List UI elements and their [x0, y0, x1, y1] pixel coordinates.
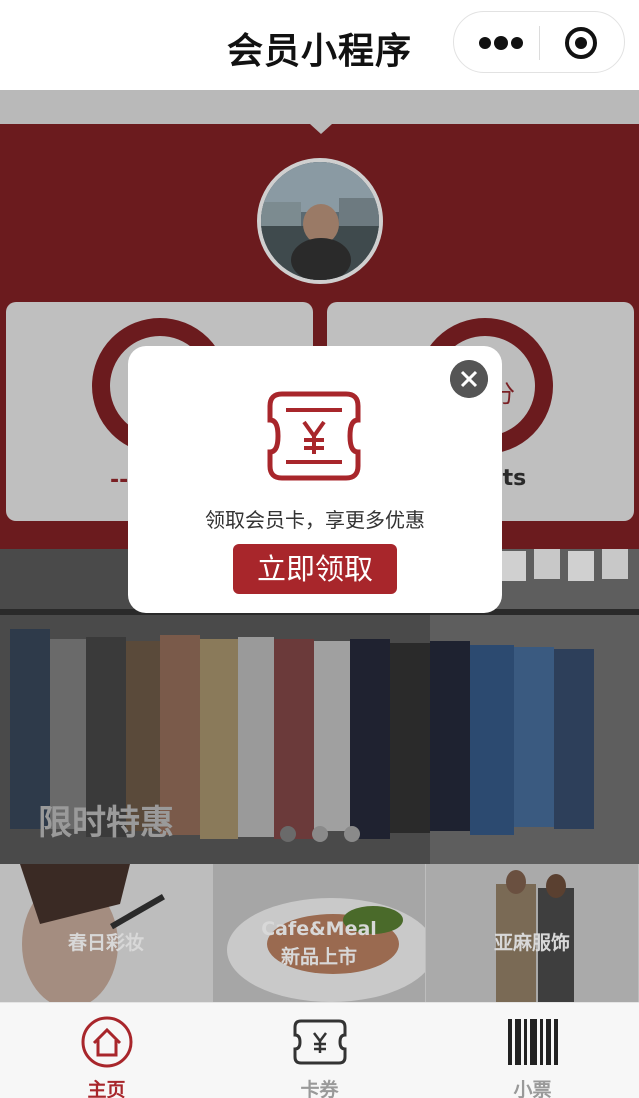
- dialog-message: 领取会员卡，享更多优惠: [205, 508, 425, 532]
- more-dots-icon[interactable]: [478, 34, 524, 52]
- category-label: Cafe&Meal: [261, 918, 377, 940]
- category-tile-linen[interactable]: 亚麻服饰: [426, 864, 638, 1002]
- home-icon: [81, 1016, 133, 1068]
- capsule-divider: [539, 26, 540, 60]
- ticket-yen-icon: [267, 391, 361, 481]
- category-tiles: 春日彩妆 Cafe&Meal 新品上市 亚麻服饰: [0, 864, 639, 1002]
- avatar[interactable]: [257, 158, 383, 284]
- barcode-icon: [508, 1019, 558, 1065]
- category-label: 亚麻服饰: [493, 932, 570, 954]
- carousel-dot[interactable]: [280, 826, 296, 842]
- navigation-bar: 会员小程序: [0, 0, 639, 90]
- user-avatar: [261, 162, 379, 280]
- hero-pointer: [310, 124, 332, 134]
- banner-caption: 限时特惠: [38, 803, 174, 843]
- close-icon[interactable]: [450, 360, 488, 398]
- category-tile-makeup[interactable]: 春日彩妆: [0, 864, 212, 1002]
- tab-label: 主页: [87, 1079, 126, 1098]
- tab-bar: 主页 卡券 小票: [0, 1002, 639, 1098]
- category-tile-cafe[interactable]: Cafe&Meal 新品上市: [213, 864, 425, 1002]
- stat-value-left: --: [110, 468, 129, 493]
- menu-capsule: [453, 11, 625, 73]
- carousel-dot[interactable]: [312, 826, 328, 842]
- target-circle-icon[interactable]: [564, 26, 598, 60]
- tab-coupons[interactable]: 卡券: [213, 1003, 426, 1098]
- membership-card-dialog: 领取会员卡，享更多优惠 立即领取: [128, 346, 502, 613]
- claim-now-button[interactable]: 立即领取: [233, 544, 397, 594]
- category-label-line2: 新品上市: [280, 946, 357, 968]
- tab-label: 小票: [513, 1079, 552, 1098]
- tab-receipts[interactable]: 小票: [426, 1003, 639, 1098]
- top-strip: [0, 90, 639, 124]
- ticket-yen-icon: [293, 1019, 347, 1065]
- tab-home[interactable]: 主页: [0, 1003, 213, 1098]
- tab-label: 卡券: [300, 1079, 339, 1098]
- category-label: 春日彩妆: [67, 932, 144, 954]
- carousel-dot[interactable]: [344, 826, 360, 842]
